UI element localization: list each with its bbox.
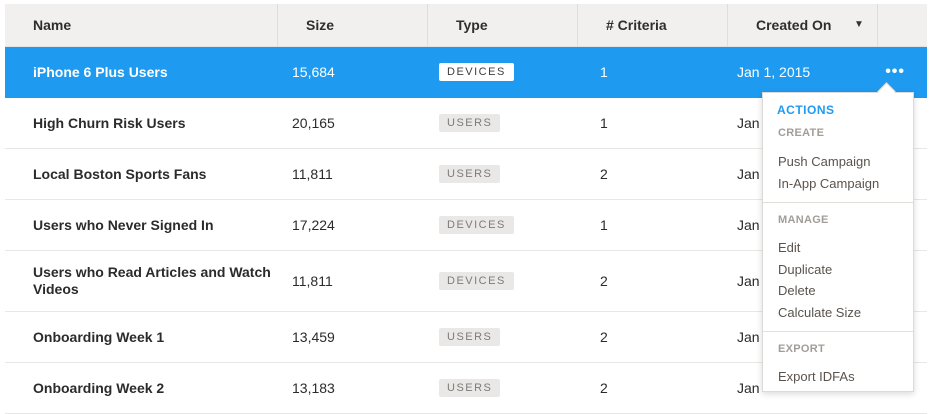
segment-created-on: Jan [737,380,760,396]
segment-criteria: 2 [600,273,608,289]
type-badge: DEVICES [439,272,514,290]
segment-type: DEVICES [439,251,514,311]
column-header-name[interactable]: Name [5,4,277,46]
menu-item-calculate-size[interactable]: Calculate Size [763,302,913,324]
menu-item-duplicate[interactable]: Duplicate [763,259,913,281]
type-badge: USERS [439,114,501,132]
menu-section-manage: MANAGE [778,214,829,226]
menu-item-inapp-campaign[interactable]: In-App Campaign [763,173,913,195]
menu-item-edit[interactable]: Edit [763,237,913,259]
menu-item-push-campaign[interactable]: Push Campaign [763,151,913,173]
segment-criteria: 2 [600,329,608,345]
type-badge: DEVICES [439,63,514,81]
segment-name[interactable]: iPhone 6 Plus Users [33,47,273,97]
segment-size: 20,165 [292,115,335,131]
segment-name[interactable]: Onboarding Week 2 [33,363,273,413]
segment-type: USERS [439,149,501,199]
table-row[interactable]: iPhone 6 Plus Users 15,684 DEVICES 1 Jan… [5,47,927,98]
segment-type: USERS [439,98,501,148]
menu-title: ACTIONS [777,103,835,117]
segment-created-on: Jan [737,329,760,345]
column-header-created-on[interactable]: Created On ▼ [727,4,877,46]
segment-size: 13,183 [292,380,335,396]
segment-created-on: Jan [737,166,760,182]
segment-size: 15,684 [292,64,335,80]
segment-criteria: 2 [600,380,608,396]
column-header-type[interactable]: Type [427,4,577,46]
column-header-criteria[interactable]: # Criteria [577,4,727,46]
chevron-down-icon[interactable]: ▼ [854,4,864,46]
table-header: Name Size Type # Criteria Created On ▼ [5,4,927,47]
menu-divider [763,331,913,332]
type-badge: DEVICES [439,216,514,234]
segment-created-on: Jan 1, 2015 [737,64,811,80]
segment-created-on: Jan [737,217,760,233]
segment-criteria: 1 [600,64,608,80]
segment-criteria: 1 [600,115,608,131]
menu-section-create: CREATE [778,127,825,139]
menu-section-export: EXPORT [778,343,826,355]
segment-type: DEVICES [439,200,514,250]
type-badge: USERS [439,165,501,183]
segment-type: USERS [439,363,501,413]
type-badge: USERS [439,379,501,397]
segment-type: USERS [439,312,501,362]
segment-created-on: Jan [737,273,760,289]
segment-size: 11,811 [292,273,333,289]
segment-size: 13,459 [292,329,335,345]
segment-name[interactable]: Users who Read Articles and Watch Videos [33,251,273,311]
segment-criteria: 2 [600,166,608,182]
menu-divider [763,202,913,203]
segment-name[interactable]: Local Boston Sports Fans [33,149,273,199]
type-badge: USERS [439,328,501,346]
menu-item-delete[interactable]: Delete [763,280,913,302]
menu-item-export-idfas[interactable]: Export IDFAs [763,366,913,388]
segment-name[interactable]: Onboarding Week 1 [33,312,273,362]
column-header-size[interactable]: Size [277,4,427,46]
segment-type: DEVICES [439,47,514,97]
column-header-actions [877,4,927,46]
segment-size: 11,811 [292,166,333,182]
segment-name[interactable]: Users who Never Signed In [33,200,273,250]
segment-name[interactable]: High Churn Risk Users [33,98,273,148]
segment-criteria: 1 [600,217,608,233]
segment-created-on: Jan [737,115,760,131]
actions-dropdown-menu: ACTIONS CREATE Push Campaign In-App Camp… [762,92,914,392]
segment-size: 17,224 [292,217,335,233]
